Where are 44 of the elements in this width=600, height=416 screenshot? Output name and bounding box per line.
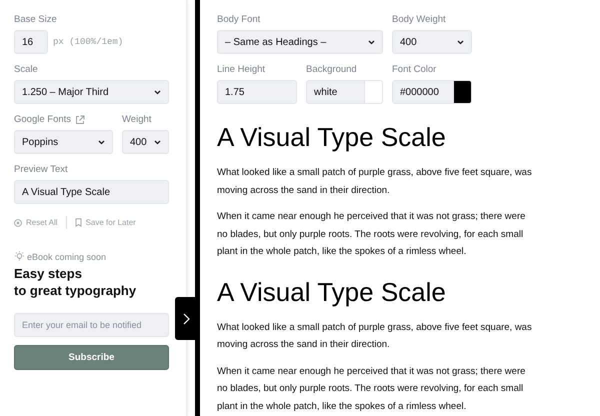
- weight-select[interactable]: 400: [122, 130, 169, 154]
- subscribe-button[interactable]: Subscribe: [14, 345, 169, 370]
- email-input[interactable]: Enter your email to be notified: [14, 313, 169, 337]
- font-select[interactable]: Poppins: [14, 130, 113, 154]
- body-weight-select[interactable]: 400: [392, 30, 472, 54]
- font-color-input[interactable]: #000000: [392, 80, 472, 104]
- caret-icon: [457, 40, 464, 44]
- scale-select[interactable]: 1.250 – Major Third: [14, 80, 169, 104]
- caret-icon: [368, 40, 375, 44]
- color-swatch[interactable]: [364, 81, 382, 103]
- color-swatch[interactable]: [453, 81, 471, 103]
- bookmark-icon: [74, 218, 82, 227]
- body-font-select[interactable]: – Same as Headings –: [217, 30, 383, 54]
- preview-paragraph: When it came near enough he perceived that it was not grass; there were no blades, but only purple roots. The roots were revolving, for each small plant in the whole patch, like the spokes of a rimless wheel.: [217, 364, 526, 414]
- field-label: Font Color: [392, 64, 438, 76]
- field-label: Background: [306, 64, 358, 76]
- ebook-note: eBook coming soon: [27, 252, 106, 262]
- sidebar-toggle[interactable]: [175, 297, 196, 340]
- caret-icon: [154, 90, 161, 94]
- field-label: Weight: [122, 114, 152, 126]
- preview-text-input[interactable]: A Visual Type Scale: [14, 180, 169, 204]
- field-label: Preview Text: [14, 164, 69, 176]
- preview-heading: A Visual Type Scale: [217, 121, 447, 154]
- field-label: Line Height: [217, 64, 266, 76]
- field-label: Base Size: [14, 14, 58, 26]
- unit-label: px (100%/1em): [53, 37, 124, 47]
- preview-heading: A Visual Type Scale: [217, 276, 447, 308]
- close-circle-icon: [14, 218, 22, 226]
- external-link-icon[interactable]: [75, 115, 86, 125]
- lightbulb-icon: [14, 251, 25, 262]
- caret-icon: [98, 140, 105, 144]
- field-label: Scale: [14, 64, 39, 76]
- line-height-input[interactable]: 1.75: [217, 80, 297, 104]
- preview-paragraph: What looked like a small patch of purple grass, above five feet square, was moving across the sand in their direction.: [217, 320, 533, 352]
- field-label: Body Weight: [392, 14, 447, 26]
- promo-heading: Easy steps to great typography: [14, 265, 138, 299]
- preview-paragraph: When it came near enough he perceived that it was not grass; there were no blades, but only purple roots. The roots were revolving, for each small plant in the whole patch, like the spokes of a rimless wheel.: [217, 210, 526, 259]
- size-input[interactable]: 16: [14, 30, 48, 54]
- field-label: Body Font: [217, 14, 262, 26]
- preview-paragraph: What looked like a small patch of purple grass, above five feet square, was moving across the sand in their direction.: [217, 166, 533, 198]
- field-label: Google Fonts: [14, 114, 72, 126]
- caret-icon: [154, 140, 161, 144]
- background-color-input[interactable]: white: [306, 80, 383, 104]
- chevron-right-icon: [182, 312, 190, 324]
